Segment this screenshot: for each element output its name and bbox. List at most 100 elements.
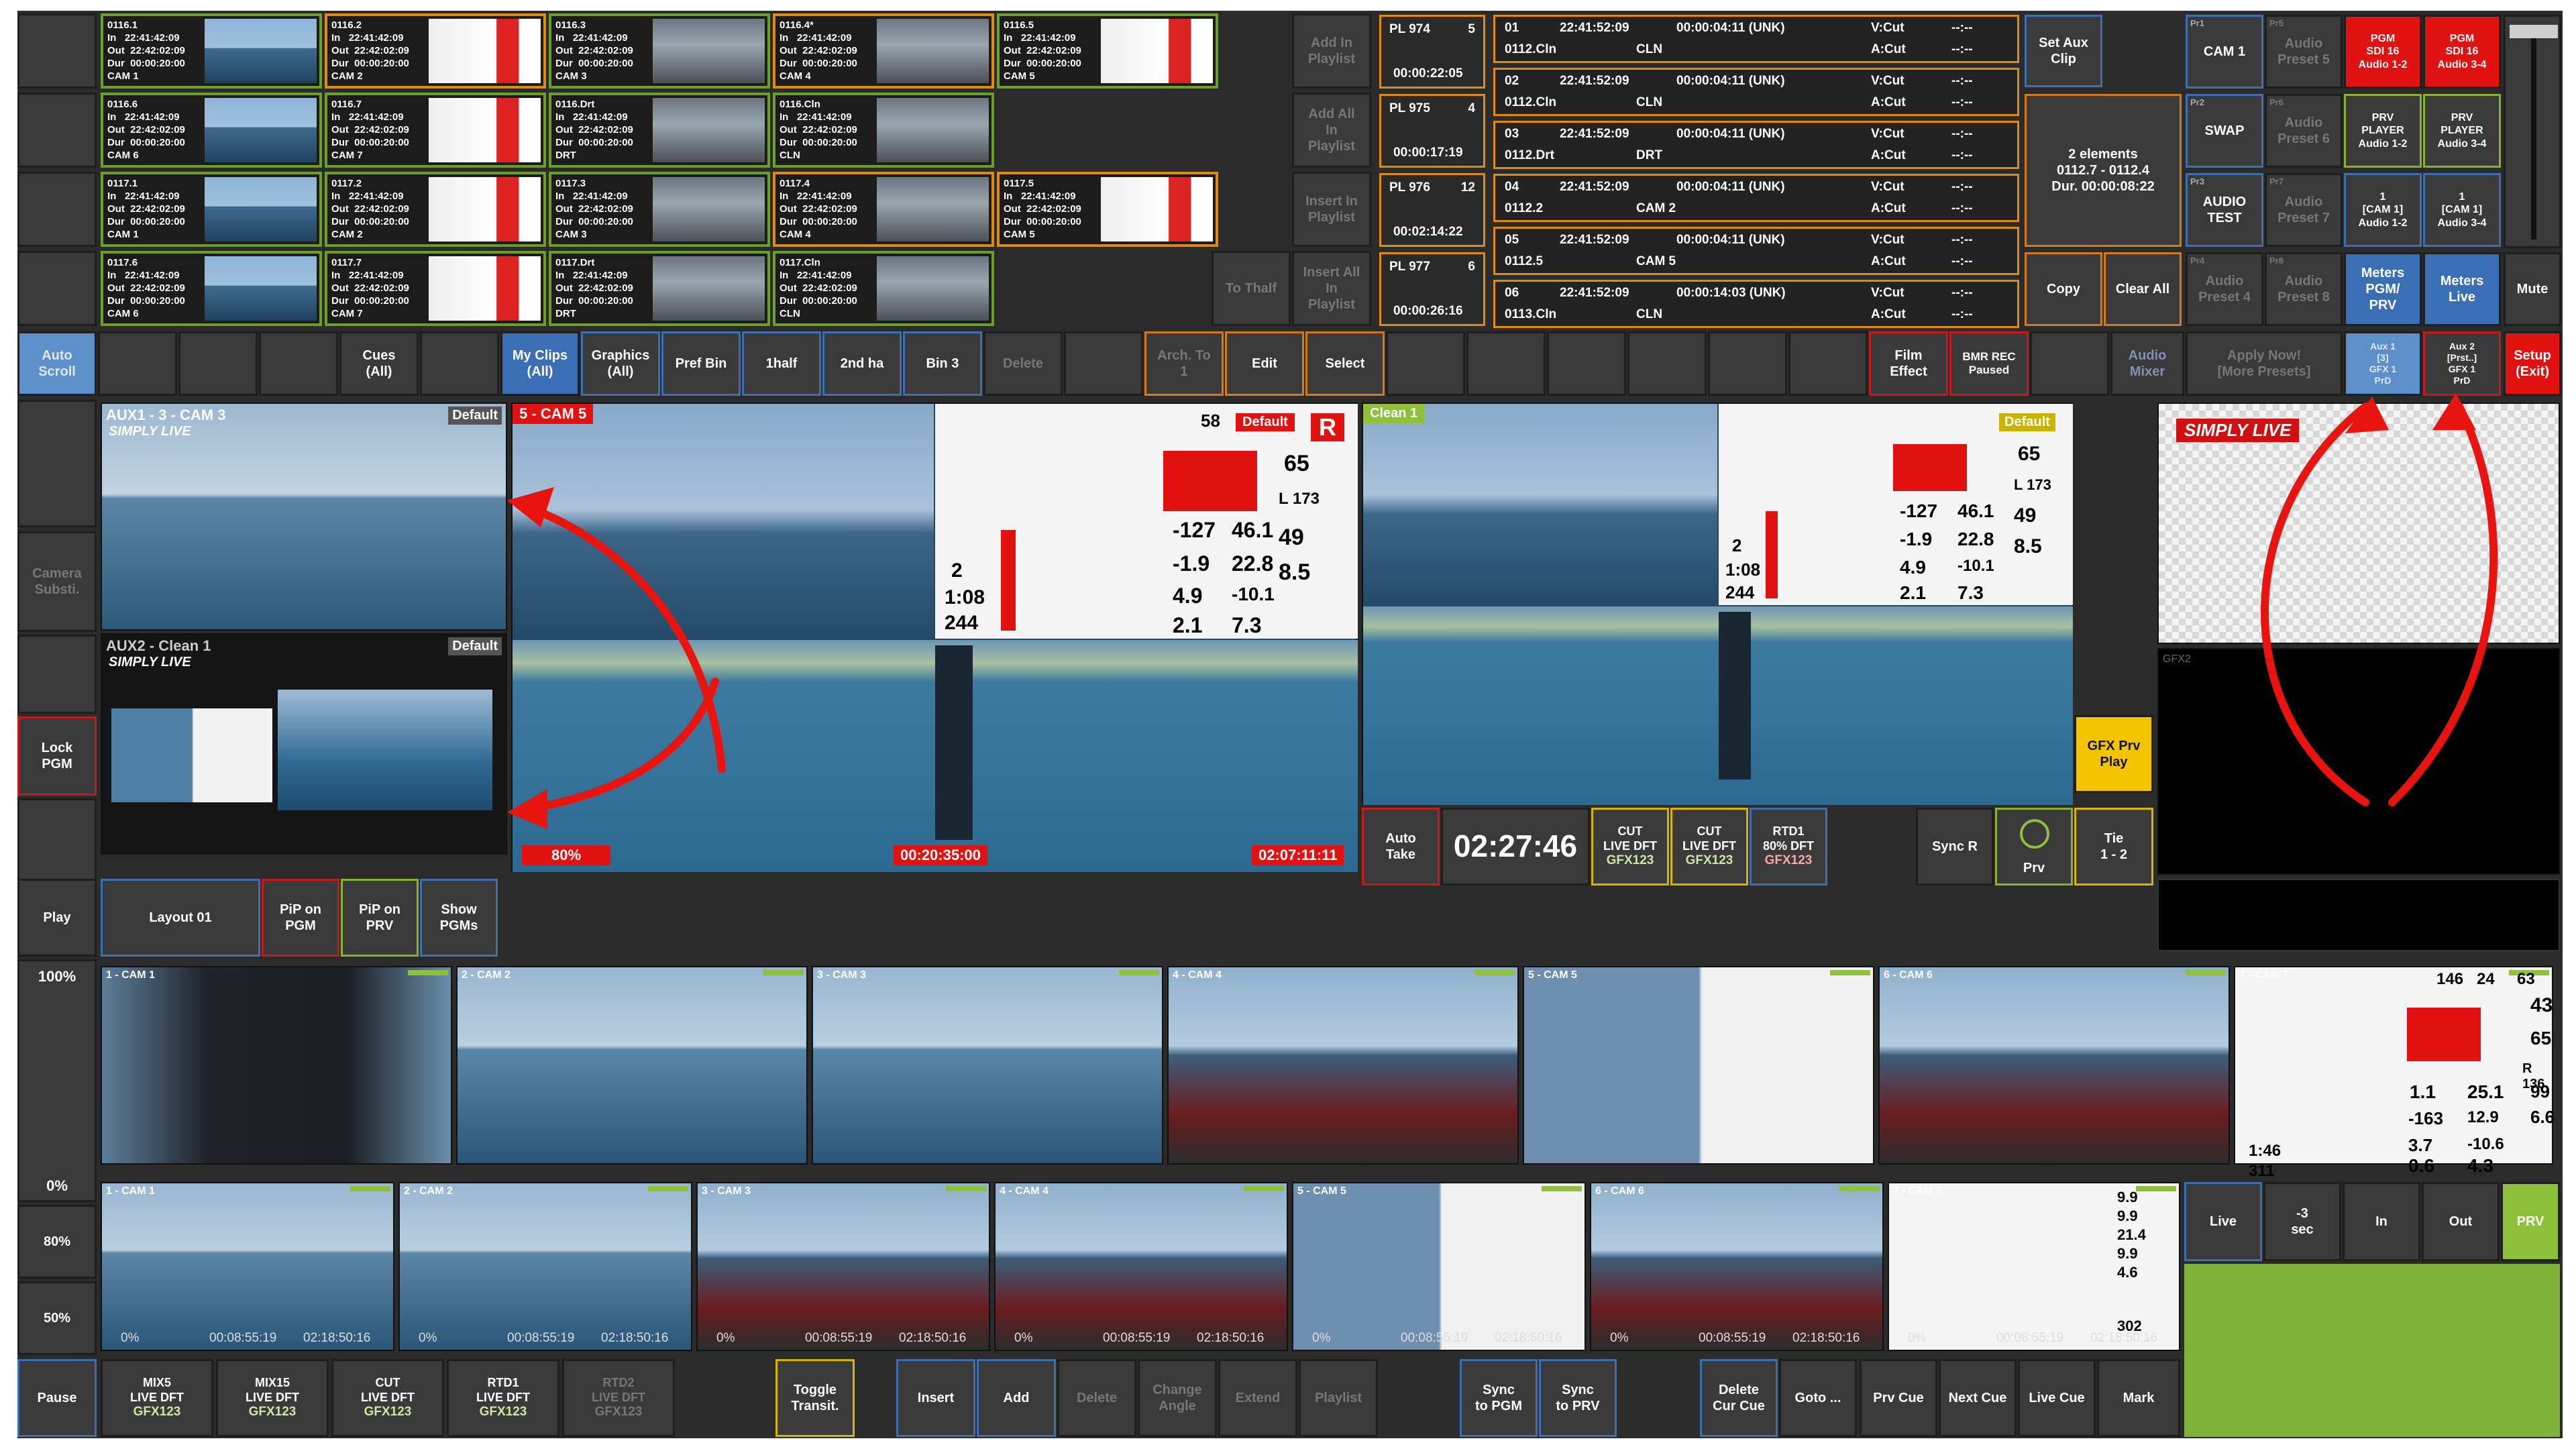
- replay-camera-tile[interactable]: 3 - CAM 3 0% 00:08:55:19 02:18:50:16: [696, 1182, 990, 1351]
- row-cell[interactable]: [17, 251, 97, 326]
- archive-to-button[interactable]: Arch. To 1: [1144, 331, 1224, 396]
- sync-to-prv-button[interactable]: Sync to PRV: [1539, 1359, 1617, 1437]
- graphics-tab[interactable]: Graphics (All): [581, 331, 660, 396]
- live-camera-tile[interactable]: 4 - CAM 4: [1167, 966, 1519, 1165]
- bar-empty-cell[interactable]: [2030, 331, 2109, 396]
- prv-audio-1-2-button[interactable]: PRV PLAYER Audio 1-2: [2344, 94, 2422, 168]
- insert-all-in-playlist-button[interactable]: Insert All In Playlist: [1292, 251, 1371, 326]
- insert-in-playlist-button[interactable]: Insert In Playlist: [1292, 172, 1371, 247]
- clip-tile[interactable]: 0117.6 In 22:41:42:09 Out 22:42:02:09 Dur 0…: [101, 251, 322, 326]
- cut-live-dft-1-button[interactable]: CUT LIVE DFT GFX123: [1591, 808, 1669, 885]
- pgm-monitor[interactable]: 58 65 L 173 -127 46.1 49 -1.9 22.8 8.5 2…: [511, 402, 1358, 872]
- clip-tile[interactable]: 0116.2 In 22:41:42:09 Out 22:42:02:09 Dur 0…: [325, 13, 546, 89]
- clip-tile[interactable]: 0116.1 In 22:41:42:09 Out 22:42:02:09 Dur 0…: [101, 13, 322, 89]
- meters-pgm-prv-button[interactable]: Meters PGM/ PRV: [2344, 252, 2422, 326]
- aux2-preset-button[interactable]: Aux 2 [Prst..] GFX 1 PrD: [2423, 331, 2501, 396]
- extend-button[interactable]: Extend: [1218, 1359, 1297, 1437]
- meters-live-button[interactable]: Meters Live: [2423, 252, 2501, 326]
- select-button[interactable]: Select: [1305, 331, 1385, 396]
- playlist-event-row[interactable]: 01 22:41:52:09 00:00:04:11 (UNK) V:Cut --:--…: [1493, 15, 2019, 63]
- cut-live-dft-2-button[interactable]: CUT LIVE DFT GFX123: [1670, 808, 1748, 885]
- cue-out-button[interactable]: Out: [2422, 1182, 2500, 1261]
- auto-take-button[interactable]: Auto Take: [1362, 808, 1440, 885]
- audio-preset-7-button[interactable]: Pr7 Audio Preset 7: [2265, 173, 2343, 247]
- mute-button[interactable]: Mute: [2504, 252, 2561, 326]
- setup-exit-button[interactable]: Setup (Exit): [2504, 331, 2561, 396]
- live-cue-button[interactable]: Live Cue: [2018, 1359, 2096, 1437]
- aux2-monitor[interactable]: AUX2 - Clean 1 SIMPLY LIVE Default: [101, 633, 507, 855]
- add-all-in-playlist-button[interactable]: Add All In Playlist: [1292, 93, 1371, 168]
- audio-mixer-button[interactable]: Audio Mixer: [2110, 331, 2184, 396]
- bar-empty-cell[interactable]: [1708, 331, 1787, 396]
- pgm-audio-1-2-button[interactable]: PGM SDI 16 Audio 1-2: [2344, 15, 2422, 89]
- pause-button[interactable]: Pause: [17, 1359, 97, 1437]
- replay-camera-tile[interactable]: 5 - CAM 5 0% 00:08:55:19 02:18:50:16: [1292, 1182, 1586, 1351]
- gfx-prv-play-button[interactable]: GFX Prv Play: [2074, 715, 2153, 793]
- audio-preset-8-button[interactable]: Pr8 Audio Preset 8: [2265, 252, 2343, 326]
- tie-button[interactable]: Tie 1 - 2: [2074, 808, 2153, 885]
- clip-tile[interactable]: 0116.4* In 22:41:42:09 Out 22:42:02:09 Dur …: [773, 13, 994, 89]
- audio-preset-6-button[interactable]: Pr6 Audio Preset 6: [2265, 94, 2343, 168]
- row-cell[interactable]: [17, 172, 97, 247]
- camera-substitution-button[interactable]: Camera Substi.: [17, 531, 97, 632]
- audio-test-button[interactable]: Pr3 AUDIO TEST: [2186, 173, 2263, 247]
- gfx2-monitor[interactable]: GFX2: [2157, 648, 2560, 875]
- bar-empty-cell[interactable]: [420, 331, 499, 396]
- audio-preset-5-button[interactable]: Pr5 Audio Preset 5: [2265, 15, 2343, 89]
- bar-empty-cell[interactable]: [178, 331, 258, 396]
- mark-button[interactable]: Mark: [2097, 1359, 2180, 1437]
- rtd1-bottom-button[interactable]: RTD1 LIVE DFT GFX123: [447, 1359, 559, 1437]
- clip-tile[interactable]: 0117.Cln In 22:41:42:09 Out 22:42:02:09 Dur…: [773, 251, 994, 326]
- playlist-event-row[interactable]: 03 22:41:52:09 00:00:04:11 (UNK) V:Cut --:--…: [1493, 121, 2019, 169]
- replay-camera-tile[interactable]: 7 - CAM 7 0% 00:08:55:19 02:18:50:16 9.9 9.9 2…: [1888, 1182, 2180, 1351]
- insert-button[interactable]: Insert: [896, 1359, 975, 1437]
- aux1-monitor[interactable]: AUX1 - 3 - CAM 3 SIMPLY LIVE Default: [101, 402, 507, 631]
- sync-to-pgm-button[interactable]: Sync to PGM: [1460, 1359, 1538, 1437]
- audio-swap-button[interactable]: Pr2 SWAP: [2186, 94, 2263, 168]
- playlist-event-row[interactable]: 06 22:41:52:09 00:00:14:03 (UNK) V:Cut --:--…: [1493, 280, 2019, 328]
- playlist-item[interactable]: PL 976 12 00:02:14:22: [1379, 173, 1485, 247]
- speed-80-button[interactable]: 80%: [17, 1205, 97, 1279]
- pip-on-prv-button[interactable]: PiP on PRV: [341, 879, 419, 957]
- clip-tile[interactable]: 0117.3 In 22:41:42:09 Out 22:42:02:09 Dur 0…: [549, 172, 770, 247]
- audio-preset-4-button[interactable]: Pr4 Audio Preset 4: [2186, 252, 2263, 326]
- row-cell[interactable]: [17, 93, 97, 168]
- bar-empty-cell[interactable]: [1788, 331, 1868, 396]
- playlist-button[interactable]: Playlist: [1299, 1359, 1378, 1437]
- cue-live-button[interactable]: Live: [2184, 1182, 2262, 1261]
- cue-prv-button[interactable]: PRV: [2501, 1182, 2560, 1261]
- live-camera-tile[interactable]: 5 - CAM 5: [1523, 966, 1874, 1165]
- 1half-tab[interactable]: 1half: [742, 331, 821, 396]
- mix15-button[interactable]: MIX15 LIVE DFT GFX123: [216, 1359, 329, 1437]
- add-button[interactable]: Add: [977, 1359, 1056, 1437]
- bin3-tab[interactable]: Bin 3: [903, 331, 982, 396]
- cam1-audio-1-2-button[interactable]: 1 [CAM 1] Audio 1-2: [2344, 173, 2422, 247]
- live-camera-tile[interactable]: 2 - CAM 2: [456, 966, 808, 1165]
- speed-lever[interactable]: 100% 0%: [17, 959, 97, 1202]
- bar-empty-cell[interactable]: [1627, 331, 1707, 396]
- clip-tile[interactable]: 0116.5 In 22:41:42:09 Out 22:42:02:09 Dur 0…: [997, 13, 1218, 89]
- next-cue-button[interactable]: Next Cue: [1939, 1359, 2017, 1437]
- audio-fader[interactable]: [2504, 15, 2561, 248]
- fader-handle[interactable]: [2510, 25, 2558, 38]
- replay-camera-tile[interactable]: 2 - CAM 2 0% 00:08:55:19 02:18:50:16: [398, 1182, 692, 1351]
- row-cell[interactable]: [17, 13, 97, 89]
- lock-pgm-button[interactable]: Lock PGM: [17, 716, 97, 796]
- rtd1-button[interactable]: RTD1 80% DFT GFX123: [1750, 808, 1827, 885]
- play-button[interactable]: Play: [17, 879, 97, 957]
- clean-monitor[interactable]: 65 L 173 -127 46.1 49 -1.9 22.8 8.5 2 1:…: [1362, 402, 2073, 805]
- clip-tile[interactable]: 0117.Drt In 22:41:42:09 Out 22:42:02:09 Dur…: [549, 251, 770, 326]
- bmr-rec-button[interactable]: BMR REC Paused: [1949, 331, 2029, 396]
- playlist-item[interactable]: PL 977 6 00:00:26:16: [1379, 252, 1485, 326]
- copy-button[interactable]: Copy: [2025, 252, 2102, 326]
- clip-tile[interactable]: 0116.3 In 22:41:42:09 Out 22:42:02:09 Dur 0…: [549, 13, 770, 89]
- delete-bin-button[interactable]: Delete: [983, 331, 1063, 396]
- cut-button[interactable]: CUT LIVE DFT GFX123: [331, 1359, 444, 1437]
- cam1-audio-3-4-button[interactable]: 1 [CAM 1] Audio 3-4: [2423, 173, 2501, 247]
- clip-tile[interactable]: 0117.7 In 22:41:42:09 Out 22:42:02:09 Dur 0…: [325, 251, 546, 326]
- my-clips-tab[interactable]: My Clips (All): [500, 331, 580, 396]
- change-angle-button[interactable]: Change Angle: [1138, 1359, 1217, 1437]
- prv-knob-button[interactable]: Prv: [1995, 808, 2073, 885]
- left-empty-cell[interactable]: [17, 400, 97, 527]
- live-camera-tile[interactable]: 3 - CAM 3: [812, 966, 1163, 1165]
